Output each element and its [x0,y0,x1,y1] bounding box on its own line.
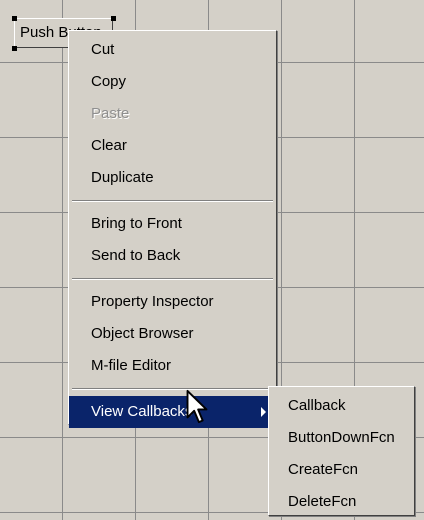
arrow-pointer-icon [186,389,208,424]
selection-handle-top-left[interactable] [12,16,17,21]
menu-item-paste: Paste [91,105,130,122]
submenu-arrow-icon [261,407,266,417]
menu-separator [72,388,273,390]
menu-item-duplicate[interactable]: Duplicate [69,162,276,194]
submenu-item-callback[interactable]: Callback [269,390,414,422]
selection-handle-bottom-left[interactable] [12,46,17,51]
submenu-item-buttondownfcn[interactable]: ButtonDownFcn [269,422,414,454]
selection-handle-top-right[interactable] [111,16,116,21]
menu-item-send-to-back[interactable]: Send to Back [69,240,276,272]
submenu-item-deletefcn[interactable]: DeleteFcn [269,486,414,518]
view-callbacks-submenu: Callback ButtonDownFcn CreateFcn DeleteF… [268,386,415,516]
menu-item-cut[interactable]: Cut [69,34,276,66]
context-menu: Cut Copy Paste Clear Duplicate Bring to … [68,30,277,428]
menu-item-bring-to-front[interactable]: Bring to Front [69,208,276,240]
menu-separator [72,200,273,202]
menu-separator [72,278,273,280]
menu-item-view-callbacks-label: View Callbacks [91,403,193,420]
menu-item-clear[interactable]: Clear [69,130,276,162]
guide-layout-canvas[interactable]: Push Button Cut Copy Paste Clear Duplica… [0,0,424,520]
menu-item-m-file-editor[interactable]: M-file Editor [69,350,276,382]
menu-item-object-browser[interactable]: Object Browser [69,318,276,350]
submenu-item-createfcn[interactable]: CreateFcn [269,454,414,486]
menu-item-view-callbacks[interactable]: View Callbacks [69,396,276,428]
menu-item-property-inspector[interactable]: Property Inspector [69,286,276,318]
menu-item-copy[interactable]: Copy [69,66,276,98]
